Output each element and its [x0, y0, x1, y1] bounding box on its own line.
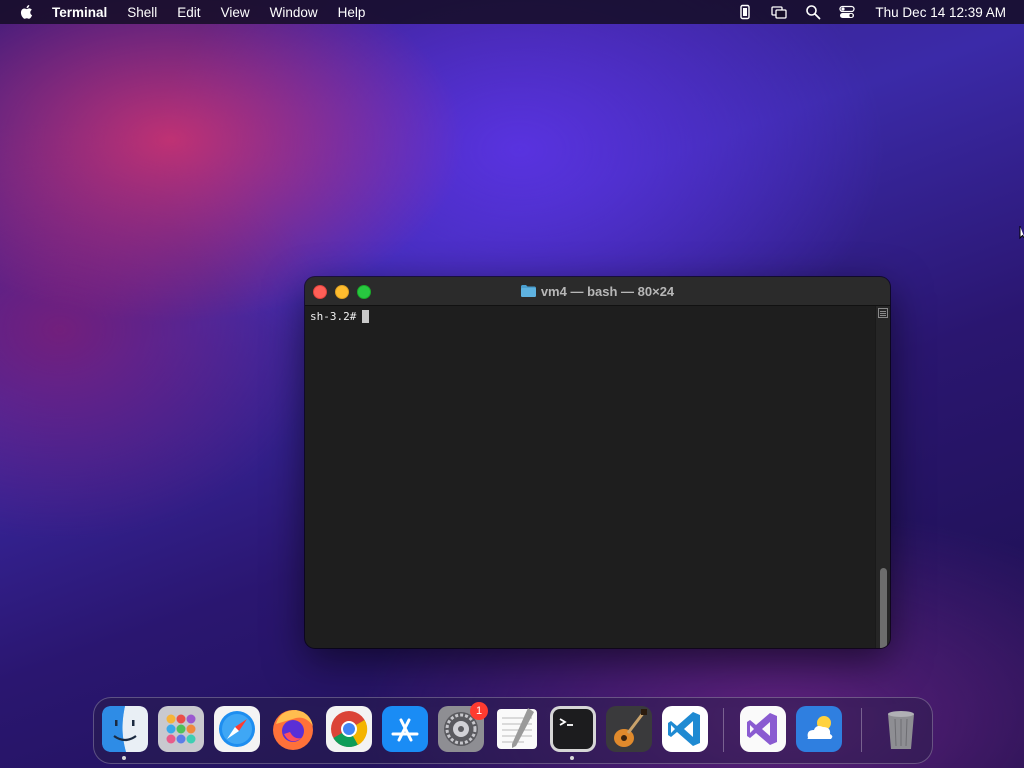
control-center-icon[interactable] — [839, 4, 856, 20]
terminal-window[interactable]: vm4 — bash — 80×24 sh-3.2# — [305, 277, 890, 648]
window-title-text: vm4 — bash — 80×24 — [540, 283, 675, 299]
dock-item-trash[interactable] — [878, 706, 924, 752]
weather-icon — [796, 706, 842, 752]
dock-item-garageband[interactable] — [606, 706, 652, 752]
scrollbar-thumb[interactable] — [880, 568, 887, 648]
finder-icon — [102, 706, 148, 752]
zoom-button[interactable] — [357, 285, 371, 299]
running-indicator — [570, 756, 574, 760]
close-button[interactable] — [313, 285, 327, 299]
menu-bar: Terminal Shell Edit View Window Help Thu… — [0, 0, 1024, 24]
minimize-button[interactable] — [335, 285, 349, 299]
safari-icon — [214, 706, 260, 752]
window-titlebar[interactable]: vm4 — bash — 80×24 — [305, 277, 890, 306]
trash-icon — [888, 711, 914, 749]
garageband-icon — [606, 706, 652, 752]
notification-badge: 1 — [470, 702, 488, 720]
firefox-icon — [273, 710, 313, 750]
mouse-pointer-icon — [1019, 226, 1024, 240]
chrome-icon — [326, 706, 372, 752]
dock-separator — [723, 708, 724, 752]
traffic-lights — [313, 285, 371, 299]
shell-prompt: sh-3.2# — [310, 309, 357, 323]
dock-item-vscode[interactable] — [662, 706, 708, 752]
text-cursor — [362, 309, 370, 323]
dock-item-terminal[interactable] — [550, 706, 596, 752]
app-store-icon — [382, 706, 428, 752]
menu-help[interactable]: Help — [338, 5, 366, 20]
dock-separator — [861, 708, 862, 752]
launchpad-icon — [158, 706, 204, 752]
menu-window[interactable]: Window — [270, 5, 318, 20]
dock-item-app-store[interactable] — [382, 706, 428, 752]
dock-item-system-preferences[interactable]: 1 — [438, 702, 488, 752]
battery-icon[interactable] — [737, 4, 753, 20]
dock-item-chrome[interactable] — [326, 706, 372, 752]
apple-menu-icon[interactable] — [18, 3, 36, 21]
menu-app-terminal[interactable]: Terminal — [52, 5, 107, 20]
vertical-scrollbar[interactable] — [875, 306, 890, 648]
menubar-clock[interactable]: Thu Dec 14 12:39 AM — [875, 5, 1006, 20]
menu-edit[interactable]: Edit — [177, 5, 200, 20]
window-title: vm4 — bash — 80×24 — [520, 283, 675, 299]
dock-item-launchpad[interactable] — [158, 706, 204, 752]
prompt-line: sh-3.2# — [310, 309, 871, 323]
dock-item-weather[interactable] — [796, 706, 842, 752]
vscode-icon — [662, 706, 708, 752]
dock: 1 — [93, 697, 933, 764]
running-indicator — [122, 756, 126, 760]
dock-item-textedit[interactable] — [494, 706, 540, 752]
visual-studio-icon — [740, 706, 786, 752]
textedit-icon — [497, 708, 537, 749]
terminal-icon — [550, 706, 596, 752]
status-area: Thu Dec 14 12:39 AM — [737, 0, 1006, 24]
dock-item-finder[interactable] — [102, 706, 148, 752]
folder-icon — [520, 285, 536, 297]
dock-item-visual-studio[interactable] — [740, 706, 786, 752]
dock-item-firefox[interactable] — [270, 706, 316, 752]
dock-item-safari[interactable] — [214, 706, 260, 752]
terminal-content[interactable]: sh-3.2# — [305, 306, 876, 648]
screen-mirroring-icon[interactable] — [771, 4, 788, 20]
split-pane-icon[interactable] — [878, 308, 888, 318]
menu-shell[interactable]: Shell — [127, 5, 157, 20]
menu-view[interactable]: View — [221, 5, 250, 20]
spotlight-search-icon[interactable] — [805, 4, 821, 20]
